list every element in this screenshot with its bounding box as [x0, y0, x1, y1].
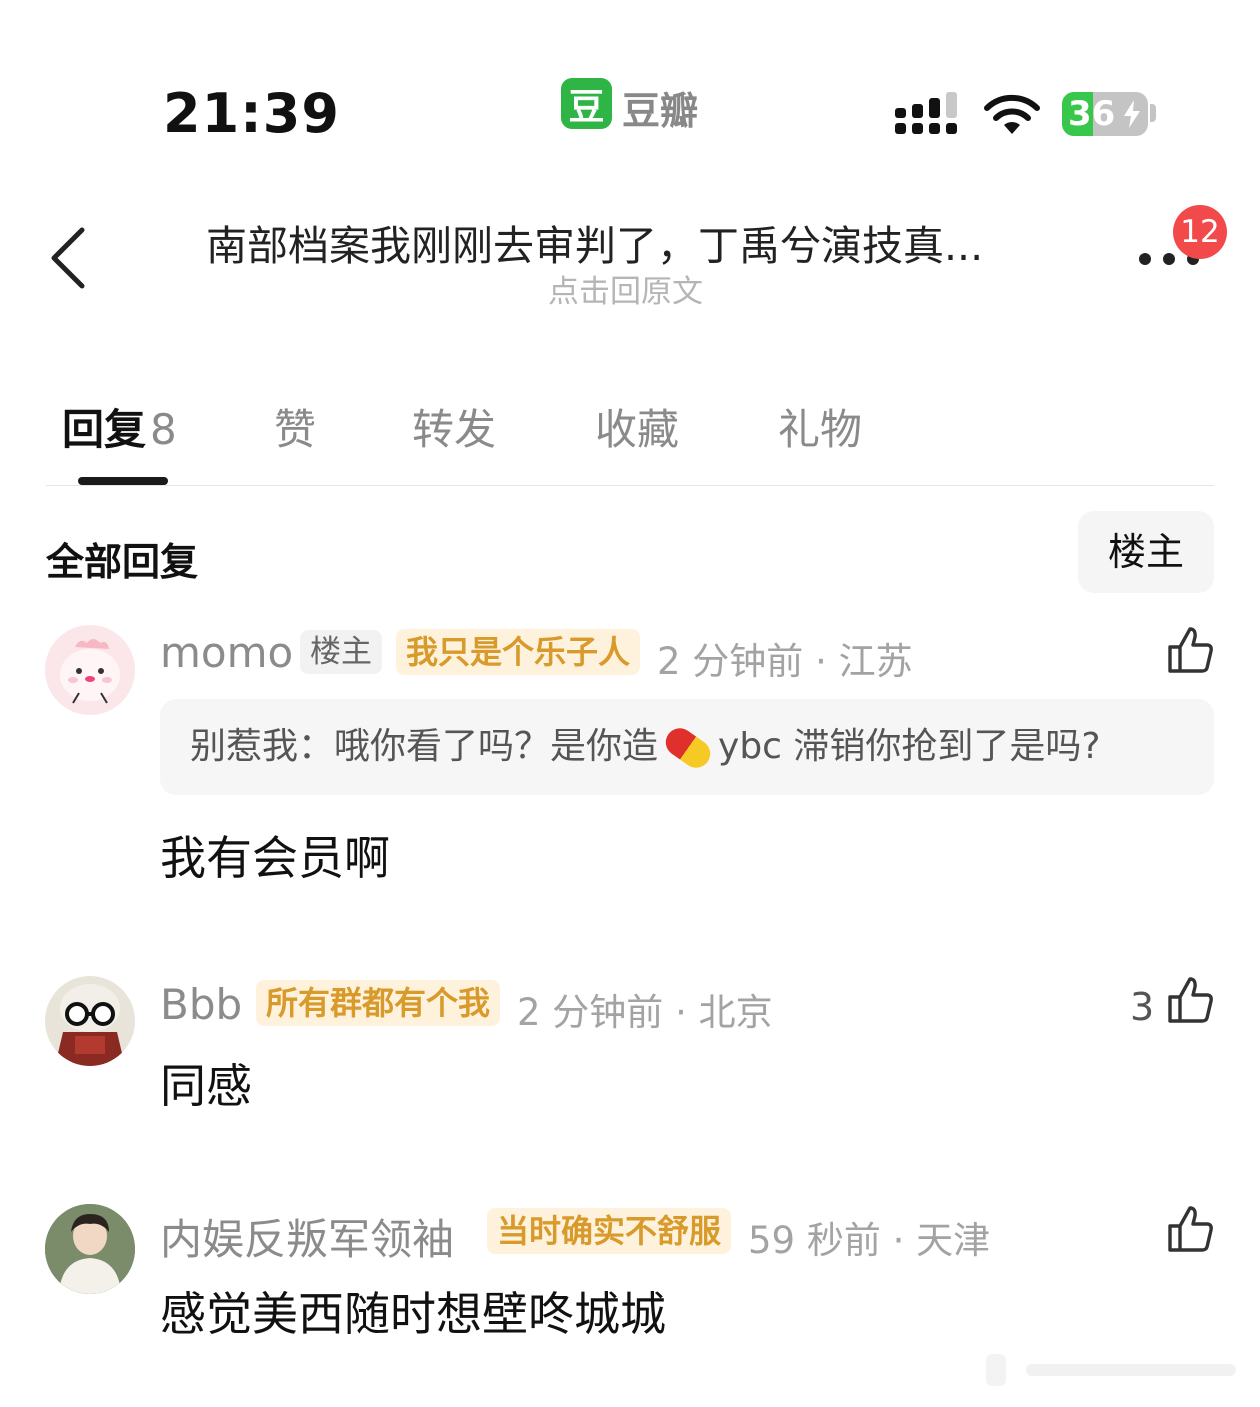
tab-reposts[interactable]: 转发	[412, 396, 496, 457]
post-title[interactable]: 南部档案我刚刚去审判了，丁禹兮演技真...	[206, 212, 1066, 272]
avatar[interactable]	[45, 625, 135, 715]
signal-icon	[895, 92, 957, 134]
avatar[interactable]	[45, 1204, 135, 1294]
op-tag: 楼主	[300, 630, 382, 674]
comment-meta: 2 分钟前 · 北京	[517, 991, 773, 1034]
battery-indicator: 36	[1062, 92, 1148, 136]
tab-label: 回复	[62, 405, 147, 454]
thumbs-up-icon[interactable]	[1166, 1204, 1214, 1254]
comment-text: 同感	[160, 1059, 252, 1113]
comment-meta: 59 秒前 · 天津	[748, 1219, 991, 1262]
group-tag[interactable]: 当时确实不舒服	[487, 1208, 732, 1254]
thumbs-up-icon[interactable]	[1166, 625, 1214, 675]
active-tab-indicator	[78, 477, 168, 485]
avatar[interactable]	[45, 976, 135, 1066]
like-count: 3	[1130, 985, 1155, 1029]
comment-username[interactable]: 内娱反叛军领袖	[160, 1206, 454, 1267]
tab-likes[interactable]: 赞	[274, 396, 316, 457]
quote-text-prefix: 别惹我：哦你看了吗？是你造	[190, 726, 659, 767]
status-time: 21:39	[163, 82, 340, 145]
wifi-icon	[984, 94, 1040, 134]
tab-collections[interactable]: 收藏	[595, 396, 679, 457]
avatar-reading-icon	[55, 984, 125, 1066]
filter-op-button[interactable]: 楼主	[1078, 511, 1214, 593]
group-tag[interactable]: 我只是个乐子人	[396, 629, 641, 675]
comment-text: 我有会员啊	[160, 831, 390, 885]
thumbs-up-icon[interactable]	[1166, 975, 1214, 1025]
quote-text-suffix: ybc 滞销你抢到了是吗?	[718, 726, 1101, 767]
notification-badge: 12	[1173, 205, 1227, 259]
back-to-original-link[interactable]: 点击回原文	[548, 266, 703, 311]
avatar-blob-icon	[60, 639, 120, 704]
pill-emoji-icon	[660, 722, 716, 774]
comment-meta: 2 分钟前 · 江苏	[657, 640, 913, 683]
quoted-reply: 别惹我：哦你看了吗？是你造 ybc 滞销你抢到了是吗?	[160, 699, 1214, 795]
comment-username[interactable]: Bbb	[160, 980, 242, 1029]
tab-count: 8	[150, 405, 177, 454]
avatar-person-icon	[45, 1204, 135, 1294]
group-tag[interactable]: 所有群都有个我	[256, 980, 501, 1026]
home-indicator	[986, 1354, 1236, 1386]
comment-text: 感觉美西随时想壁咚城城	[160, 1287, 666, 1341]
tab-divider	[46, 485, 1214, 486]
battery-charging-icon	[1124, 100, 1140, 128]
tab-replies[interactable]: 回复8	[62, 396, 177, 457]
comment-username[interactable]: momo	[160, 628, 293, 677]
section-title: 全部回复	[46, 540, 199, 584]
douban-logo-icon: 豆	[561, 78, 612, 129]
back-chevron-icon[interactable]	[48, 226, 88, 290]
battery-tip	[1150, 104, 1156, 122]
app-name: 豆瓣	[622, 89, 699, 133]
tab-gifts[interactable]: 礼物	[778, 396, 862, 457]
